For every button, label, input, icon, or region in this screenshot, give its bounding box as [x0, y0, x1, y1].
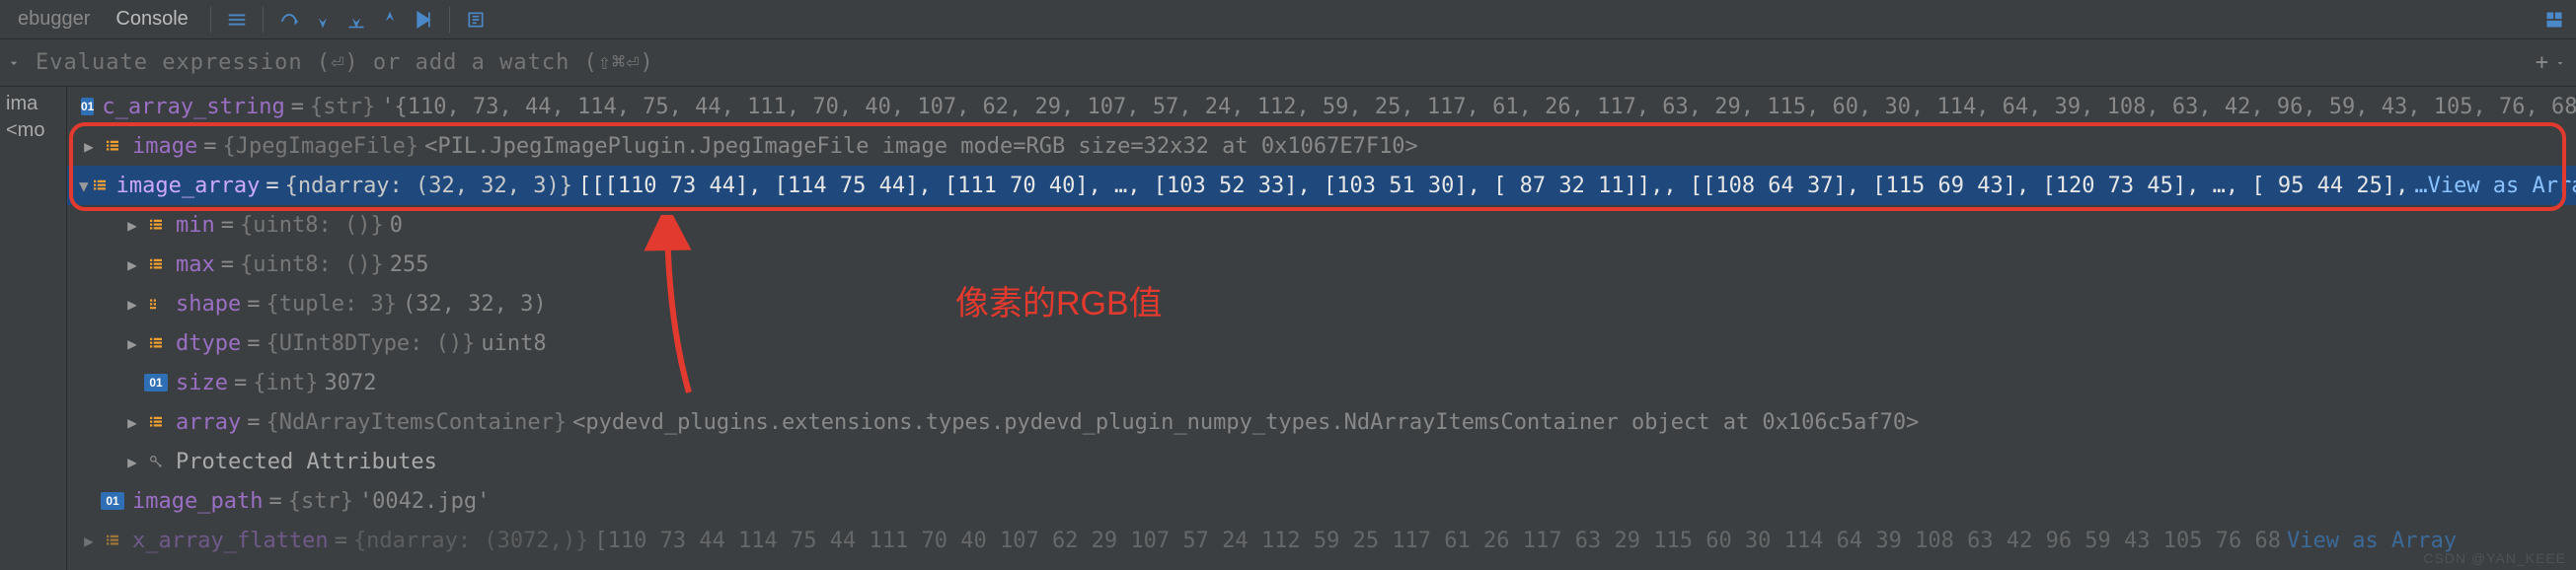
tuple-icon — [144, 295, 168, 313]
separator — [263, 7, 264, 33]
variable-row-protected[interactable]: ▶ Protected Attributes — [67, 442, 2576, 481]
watch-dropdown-icon[interactable] — [2554, 50, 2566, 75]
var-type: {UInt8DType: ()} — [265, 331, 475, 356]
expand-arrow-icon[interactable]: ▶ — [122, 294, 142, 314]
var-name: image_array — [116, 174, 261, 198]
var-name: c_array_string — [102, 95, 284, 119]
var-type: {tuple: 3} — [265, 292, 396, 317]
expand-arrow-icon[interactable]: ▶ — [79, 136, 99, 156]
var-type: {uint8: ()} — [240, 252, 384, 277]
view-as-array-link[interactable]: …View as Array — [2414, 174, 2576, 198]
object-icon — [144, 216, 168, 234]
var-value: (32, 32, 3) — [403, 292, 547, 317]
var-name: dtype — [176, 331, 241, 356]
threads-icon[interactable] — [223, 6, 251, 34]
var-type: {int} — [253, 371, 318, 395]
object-icon — [144, 334, 168, 352]
var-value: '0042.jpg' — [359, 489, 490, 514]
frames-column: ima <mo — [0, 87, 67, 570]
variable-row-x-array-flatten[interactable]: ▶ x_array_flatten = {ndarray: (3072,)} [… — [67, 521, 2576, 560]
object-icon — [101, 532, 124, 549]
variable-row-max[interactable]: ▶ max = {uint8: ()} 255 — [67, 245, 2576, 284]
expand-arrow-icon[interactable]: ▶ — [122, 452, 142, 471]
frame-label[interactable]: ima — [0, 91, 66, 117]
expand-arrow-icon[interactable]: ▶ — [122, 215, 142, 235]
separator — [449, 7, 450, 33]
collapse-arrow-icon[interactable]: ▼ — [79, 176, 89, 195]
spacer — [79, 491, 99, 511]
var-value: uint8 — [481, 331, 546, 356]
variable-row-shape[interactable]: ▶ shape = {tuple: 3} (32, 32, 3) — [67, 284, 2576, 323]
var-type: {str} — [288, 489, 353, 514]
var-value: <PIL.JpegImagePlugin.JpegImageFile image… — [424, 134, 1418, 159]
run-to-cursor-icon[interactable] — [410, 6, 437, 34]
string-icon — [101, 492, 124, 510]
variable-row-image-path[interactable]: image_path = {str} '0042.jpg' — [67, 481, 2576, 521]
var-type: {NdArrayItemsContainer} — [265, 410, 567, 435]
object-icon — [144, 413, 168, 431]
evaluate-expression-input[interactable] — [28, 44, 2517, 81]
object-icon — [101, 137, 124, 155]
var-value: 3072 — [324, 371, 376, 395]
view-as-array-link[interactable]: View as Array — [2287, 529, 2457, 553]
step-over-icon[interactable] — [275, 6, 303, 34]
variable-row-dtype[interactable]: ▶ dtype = {UInt8DType: ()} uint8 — [67, 323, 2576, 363]
var-value: '{110, 73, 44, 114, 75, 44, 111, 70, 40,… — [381, 95, 2576, 119]
expand-arrow-icon[interactable]: ▶ — [122, 333, 142, 353]
watermark: CSDN @YAN_KEEE — [2423, 550, 2566, 566]
separator — [210, 7, 211, 33]
var-type: {uint8: ()} — [240, 213, 384, 238]
variable-row-min[interactable]: ▶ min = {uint8: ()} 0 — [67, 205, 2576, 245]
frame-label[interactable]: <mo — [0, 117, 66, 144]
var-name: min — [176, 213, 215, 238]
tab-debugger[interactable]: ebugger — [8, 2, 100, 36]
equals: = — [291, 95, 304, 119]
variable-row-array[interactable]: ▶ array = {NdArrayItemsContainer} <pydev… — [67, 402, 2576, 442]
object-icon — [144, 255, 168, 273]
equals: = — [203, 134, 216, 159]
var-name: shape — [176, 292, 241, 317]
object-icon — [91, 177, 109, 194]
var-name: image_path — [132, 489, 263, 514]
watch-bar: + — [0, 39, 2576, 87]
layout-settings-icon[interactable] — [2540, 6, 2568, 34]
variable-row-image-array[interactable]: ▼ image_array = {ndarray: (32, 32, 3)} [… — [67, 166, 2576, 205]
var-name: image — [132, 134, 197, 159]
debug-toolbar: ebugger Console — [0, 0, 2576, 39]
var-name: size — [176, 371, 228, 395]
var-name: array — [176, 410, 241, 435]
equals: = — [265, 174, 278, 198]
step-out-icon[interactable] — [376, 6, 404, 34]
var-name: x_array_flatten — [132, 529, 329, 553]
variable-row-size[interactable]: size = {int} 3072 — [67, 363, 2576, 402]
variables-panel: ima <mo c_array_string = {str} '{110, 73… — [0, 87, 2576, 570]
step-into-my-code-icon[interactable] — [342, 6, 370, 34]
evaluate-icon[interactable] — [462, 6, 490, 34]
spacer — [122, 373, 142, 392]
chevron-down-icon[interactable] — [0, 55, 28, 71]
var-type: {ndarray: (32, 32, 3)} — [285, 174, 572, 198]
variable-row-c-array-string[interactable]: c_array_string = {str} '{110, 73, 44, 11… — [67, 87, 2576, 126]
string-icon — [81, 98, 94, 115]
step-into-icon[interactable] — [309, 6, 337, 34]
variables-tree: c_array_string = {str} '{110, 73, 44, 11… — [67, 87, 2576, 570]
var-value: 0 — [390, 213, 403, 238]
int-icon — [144, 374, 168, 392]
expand-arrow-icon[interactable]: ▶ — [79, 531, 99, 550]
var-value: <pydevd_plugins.extensions.types.pydevd_… — [572, 410, 1919, 435]
var-value: [[[110 73 44], [114 75 44], [111 70 40],… — [578, 174, 2408, 198]
expand-arrow-icon[interactable]: ▶ — [122, 412, 142, 432]
var-name: max — [176, 252, 215, 277]
protected-label: Protected Attributes — [176, 450, 437, 474]
expand-arrow-icon[interactable]: ▶ — [122, 254, 142, 274]
key-icon — [144, 453, 168, 470]
var-type: {str} — [310, 95, 375, 119]
var-type: {JpegImageFile} — [222, 134, 418, 159]
variable-row-image[interactable]: ▶ image = {JpegImageFile} <PIL.JpegImage… — [67, 126, 2576, 166]
add-watch-icon[interactable]: + — [2536, 50, 2548, 75]
var-value: [110 73 44 114 75 44 111 70 40 107 62 29… — [594, 529, 2281, 553]
tab-console[interactable]: Console — [106, 2, 197, 36]
var-value: 255 — [390, 252, 429, 277]
var-type: {ndarray: (3072,)} — [353, 529, 588, 553]
